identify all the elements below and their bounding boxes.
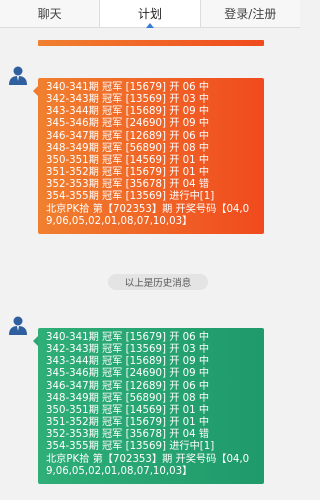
message-line: 352-353期 冠军 [35678] 开 04 错 bbox=[46, 429, 210, 441]
message-result: 北京PK拾 第【702353】期 开奖号码【04,09,06,05,02,01,… bbox=[46, 453, 250, 477]
message-line: 345-346期 冠军 [24690] 开 09 中 bbox=[46, 118, 210, 130]
message-line: 346-347期 冠军 [12689] 开 06 中 bbox=[46, 380, 210, 392]
tab-login-label: 登录/注册 bbox=[224, 7, 277, 21]
message-result: 北京PK拾 第【702353】期 开奖号码【04,09,06,05,02,01,… bbox=[46, 203, 250, 227]
tab-plan[interactable]: 计划 bbox=[99, 0, 201, 28]
message-line: 340-341期 冠军 [15679] 开 06 中 bbox=[46, 82, 210, 93]
message-line: 342-343期 冠军 [13569] 开 03 中 bbox=[46, 94, 210, 106]
message-line: 348-349期 冠军 [56890] 开 08 中 bbox=[46, 142, 210, 154]
message-bubble-2: 340-341期 冠军 [15679] 开 06 中 342-343期 冠军 [… bbox=[33, 328, 264, 484]
message-line: 343-344期 冠军 [15689] 开 09 中 bbox=[46, 356, 210, 368]
message-bubble-1: 340-341期 冠军 [15679] 开 06 中 342-343期 冠军 [… bbox=[33, 78, 264, 234]
chat-content[interactable]: 340-341期 冠军 [15679] 开 06 中 342-343期 冠军 [… bbox=[0, 28, 300, 500]
tab-chat-label: 聊天 bbox=[37, 7, 62, 21]
message-line: 340-341期 冠军 [15679] 开 06 中 bbox=[46, 332, 210, 343]
user-avatar-icon bbox=[7, 314, 29, 336]
message-line: 350-351期 冠军 [14569] 开 01 中 bbox=[46, 404, 210, 416]
message-line: 346-347期 冠军 [12689] 开 06 中 bbox=[46, 130, 210, 142]
tab-plan-label: 计划 bbox=[137, 7, 162, 21]
top-tab-bar: 聊天 计划 登录/注册 bbox=[0, 0, 300, 28]
message-line: 352-353期 冠军 [35678] 开 04 错 bbox=[46, 179, 210, 191]
message-line: 342-343期 冠军 [13569] 开 03 中 bbox=[46, 344, 210, 356]
message-line: 348-349期 冠军 [56890] 开 08 中 bbox=[46, 392, 210, 404]
message-line: 354-355期 冠军 [13569] 进行中[1] bbox=[46, 191, 215, 203]
message-line: 343-344期 冠军 [15689] 开 09 中 bbox=[46, 106, 210, 118]
message-line: 351-352期 冠军 [15679] 开 01 中 bbox=[46, 167, 210, 179]
message-line: 354-355期 冠军 [13569] 进行中[1] bbox=[46, 441, 215, 453]
tab-login-register[interactable]: 登录/注册 bbox=[201, 0, 300, 27]
user-avatar-icon bbox=[7, 64, 29, 86]
history-divider: 以上是历史消息 bbox=[108, 274, 208, 290]
message-line: 351-352期 冠军 [15679] 开 01 中 bbox=[46, 417, 210, 429]
message-line: 350-351期 冠军 [14569] 开 01 中 bbox=[46, 154, 210, 166]
message-line: 345-346期 冠军 [24690] 开 09 中 bbox=[46, 368, 210, 380]
previous-message-bubble-edge bbox=[38, 40, 264, 46]
tab-chat[interactable]: 聊天 bbox=[0, 0, 99, 27]
